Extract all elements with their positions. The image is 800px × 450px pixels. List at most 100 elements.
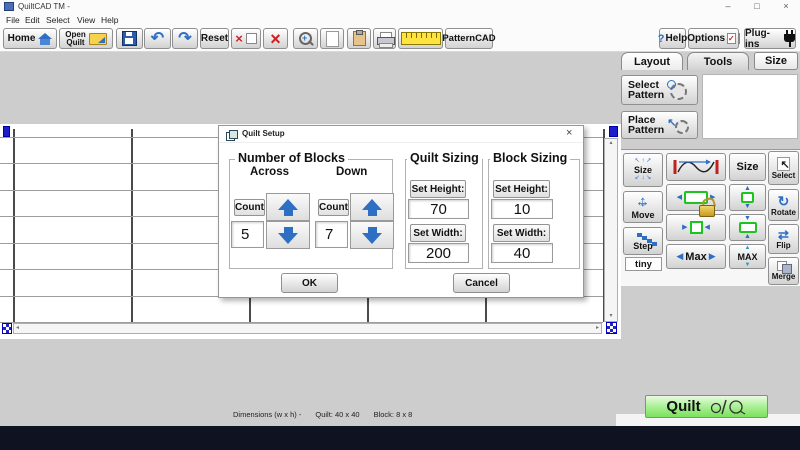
step-tool-button[interactable]: Step (623, 227, 663, 255)
scroll-right-icon[interactable]: ▸ (596, 325, 599, 332)
cancel-button[interactable]: Cancel (453, 273, 510, 293)
quilt-height-value[interactable]: 70 (408, 199, 469, 219)
patterncad-button[interactable]: PatternCAD (445, 28, 493, 49)
empty-box-icon (246, 33, 257, 44)
minimize-icon[interactable]: – (722, 1, 734, 11)
shrink-vertical-button[interactable]: ▼ ▲ (729, 214, 766, 241)
plugins-button[interactable]: Plug-ins (744, 28, 796, 49)
across-count-up-button[interactable] (266, 193, 310, 221)
close-icon[interactable]: × (780, 1, 792, 11)
max-width-button[interactable]: ◀ Max ▶ (666, 244, 726, 269)
aspect-lock-icon[interactable] (696, 198, 717, 217)
menu-file[interactable]: File (6, 15, 20, 25)
shrink-horizontal-button[interactable]: ▶ ◀ (666, 214, 726, 241)
menu-edit[interactable]: Edit (25, 15, 40, 25)
vertical-scrollbar[interactable]: ▴ ▾ (604, 138, 618, 322)
x-checkbox-icon: × (235, 31, 243, 46)
up-arrow-icon (278, 199, 298, 210)
quilt-set-width-button[interactable]: Set Width: (410, 224, 466, 242)
zoom-button[interactable]: + (293, 28, 318, 49)
place-pattern-button[interactable]: Place Pattern ↖ (621, 111, 698, 139)
scroll-down-icon[interactable]: ▾ (605, 313, 617, 320)
menu-help[interactable]: Help (101, 15, 118, 25)
delete-button[interactable]: × (263, 28, 288, 49)
flip-tool-button[interactable]: ⇄ Flip (768, 224, 799, 254)
left-out-arrow-icon: ◀ (677, 194, 682, 201)
clear-block-button[interactable]: × (231, 28, 261, 49)
rotate-tool-button[interactable]: ↻ Rotate (768, 189, 799, 221)
canvas-handle-bottom-right[interactable] (606, 322, 617, 334)
tab-layout-label: Layout (634, 56, 670, 68)
select-pattern-icon (667, 80, 687, 100)
select-tool-label: Select (772, 171, 796, 180)
dialog-titlebar[interactable]: Quilt Setup × (219, 126, 583, 143)
horizontal-scrollbar[interactable]: ◂ ▸ (13, 323, 602, 334)
canvas-handle-top-right[interactable] (609, 126, 618, 137)
canvas-handle-bottom-left[interactable] (2, 323, 12, 334)
tab-tools-label: Tools (704, 56, 733, 68)
tab-size[interactable]: Size (754, 52, 798, 70)
size-mode-button[interactable]: Size (729, 153, 766, 181)
undo-button[interactable]: ↶ (144, 28, 171, 49)
grid-vertical-line (131, 129, 133, 322)
across-count-down-button[interactable] (266, 221, 310, 249)
across-count-value[interactable]: 5 (231, 221, 264, 248)
canvas-handle-top-left[interactable] (3, 126, 10, 137)
max-full-button[interactable]: ▲ MAX ▼ (729, 244, 766, 269)
down-count-label: Count (318, 199, 349, 216)
options-checked-box[interactable]: ✓ (727, 33, 736, 44)
down-count-value[interactable]: 7 (315, 221, 348, 248)
magnifier-icon: + (299, 32, 313, 46)
up-in-arrow-icon: ▲ (744, 233, 751, 240)
down-count-up-button[interactable] (350, 193, 394, 221)
menu-select[interactable]: Select (46, 15, 70, 25)
quilt-mode-button[interactable]: Quilt (645, 395, 768, 418)
place-pattern-icon: ↖ (667, 116, 689, 134)
folder-icon (89, 33, 107, 45)
scroll-left-icon[interactable]: ◂ (16, 325, 19, 332)
menu-view[interactable]: View (77, 15, 95, 25)
block-set-width-button[interactable]: Set Width: (493, 224, 550, 242)
print-button[interactable] (373, 28, 396, 49)
options-button[interactable]: Options ✓ (688, 28, 739, 49)
select-pattern-button[interactable]: Select Pattern (621, 75, 698, 105)
move-tool-button[interactable]: ↔ ↕ Move (623, 191, 663, 223)
select-tool-button[interactable]: ↖ Select (768, 151, 799, 185)
paste-button[interactable] (347, 28, 371, 49)
merge-tool-button[interactable]: Merge (768, 257, 799, 285)
save-button[interactable] (116, 28, 143, 49)
ok-button[interactable]: OK (281, 273, 338, 293)
dialog-close-icon[interactable]: × (566, 127, 572, 139)
new-page-button[interactable] (320, 28, 344, 49)
flip-icon: ⇄ (778, 228, 789, 241)
block-sizing-group: Block Sizing Set Height: 10 Set Width: 4… (488, 159, 580, 269)
across-label: Across (250, 166, 289, 178)
redo-button[interactable]: ↷ (172, 28, 198, 49)
ruler-button[interactable] (398, 28, 443, 49)
tab-tools[interactable]: Tools (687, 52, 749, 70)
quilt-width-value[interactable]: 200 (408, 243, 469, 263)
across-count-label: Count (234, 199, 265, 216)
open-quilt-button[interactable]: Open Quilt (59, 28, 113, 49)
options-empty-box[interactable] (738, 33, 740, 44)
stretch-vertical-button[interactable]: ▲ ▼ (729, 184, 766, 211)
redo-icon: ↷ (178, 31, 191, 47)
reset-button[interactable]: Reset (200, 28, 229, 49)
home-button[interactable]: Home (3, 28, 57, 49)
quilt-set-height-button[interactable]: Set Height: (410, 180, 466, 198)
tab-layout[interactable]: Layout (621, 52, 683, 70)
up-arrow-icon (362, 199, 382, 210)
question-icon: ? (658, 33, 665, 45)
size-arrows-top-icon: ↖ ↑ ↗ (635, 158, 651, 165)
down-count-down-button[interactable] (350, 221, 394, 249)
up-out-arrow-icon: ▲ (744, 185, 751, 192)
block-set-height-button[interactable]: Set Height: (493, 180, 550, 198)
ruler-icon (401, 32, 441, 45)
help-button[interactable]: ? Help (659, 28, 686, 49)
size-tool-button[interactable]: ↖ ↑ ↗ Size ↙ ↓ ↘ (623, 153, 663, 187)
block-height-value[interactable]: 10 (491, 199, 553, 219)
block-width-value[interactable]: 40 (491, 243, 553, 263)
wave-tool-button[interactable] (666, 153, 726, 181)
scroll-up-icon[interactable]: ▴ (605, 140, 617, 147)
restore-icon[interactable]: □ (751, 1, 763, 11)
